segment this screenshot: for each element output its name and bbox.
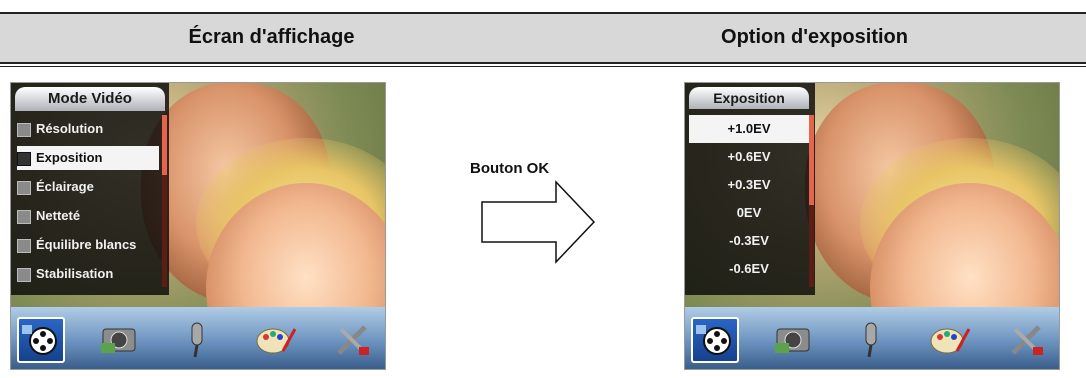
left-camera-screen: Mode Vidéo Résolution Exposition Éclaira… <box>10 82 386 370</box>
menu-item-white-balance[interactable]: Équilibre blancs <box>17 233 159 257</box>
menu-item-label: Netteté <box>36 208 81 223</box>
right-column-title: Option d'exposition <box>721 26 908 48</box>
ev-option[interactable]: +0.6EV <box>689 143 809 171</box>
menu-item-label: Exposition <box>36 150 103 165</box>
voice-mode-icon[interactable] <box>847 317 895 363</box>
ev-option[interactable]: +0.3EV <box>689 171 809 199</box>
exposure-menu: Exposition +1.0EV +0.6EV +0.3EV 0EV -0.3… <box>685 83 815 295</box>
tools-mode-icon[interactable] <box>1003 317 1051 363</box>
voice-mode-icon[interactable] <box>173 317 221 363</box>
menu-item-resolution[interactable]: Résolution <box>17 117 159 141</box>
menu-item-exposure[interactable]: Exposition <box>17 146 159 170</box>
camera-mode-icon[interactable] <box>769 317 817 363</box>
palette-mode-icon[interactable] <box>925 317 973 363</box>
ok-button-label: Bouton OK <box>470 160 550 177</box>
exposure-icon <box>17 151 31 166</box>
right-arrow-icon <box>481 180 596 264</box>
video-mode-icon[interactable] <box>17 317 65 363</box>
menu-item-label: Équilibre blancs <box>36 237 137 252</box>
video-mode-icon[interactable] <box>691 317 739 363</box>
palette-mode-icon[interactable] <box>251 317 299 363</box>
stabilization-icon <box>17 267 31 282</box>
menu-scrollbar[interactable] <box>162 115 167 287</box>
right-camera-screen: Exposition +1.0EV +0.6EV +0.3EV 0EV -0.3… <box>684 82 1060 370</box>
menu-item-sharpness[interactable]: Netteté <box>17 204 159 228</box>
resolution-icon <box>17 122 31 137</box>
tools-mode-icon[interactable] <box>329 317 377 363</box>
header-divider <box>0 62 1086 67</box>
camera-mode-icon[interactable] <box>95 317 143 363</box>
mode-bar <box>685 307 1059 369</box>
menu-item-stabilization[interactable]: Stabilisation <box>17 262 159 286</box>
lighting-icon <box>17 180 31 195</box>
ev-option[interactable]: 0EV <box>689 199 809 227</box>
sharpness-icon <box>17 209 31 224</box>
left-column-title: Écran d'affichage <box>188 26 355 48</box>
ev-option[interactable]: -0.6EV <box>689 255 809 283</box>
menu-item-label: Stabilisation <box>36 266 114 281</box>
menu-scroll-thumb[interactable] <box>162 115 167 175</box>
menu-title: Exposition <box>689 87 809 109</box>
ev-option[interactable]: +1.0EV <box>689 115 809 143</box>
menu-title: Mode Vidéo <box>15 87 165 111</box>
menu-item-label: Éclairage <box>36 179 94 194</box>
ev-option[interactable]: -0.3EV <box>689 227 809 255</box>
white-balance-icon <box>17 238 31 253</box>
mode-bar <box>11 307 385 369</box>
menu-item-lighting[interactable]: Éclairage <box>17 175 159 199</box>
menu-scrollbar[interactable] <box>809 115 814 287</box>
menu-item-label: Résolution <box>36 121 104 136</box>
menu-scroll-thumb[interactable] <box>809 115 814 205</box>
video-mode-menu: Mode Vidéo Résolution Exposition Éclaira… <box>11 83 169 295</box>
